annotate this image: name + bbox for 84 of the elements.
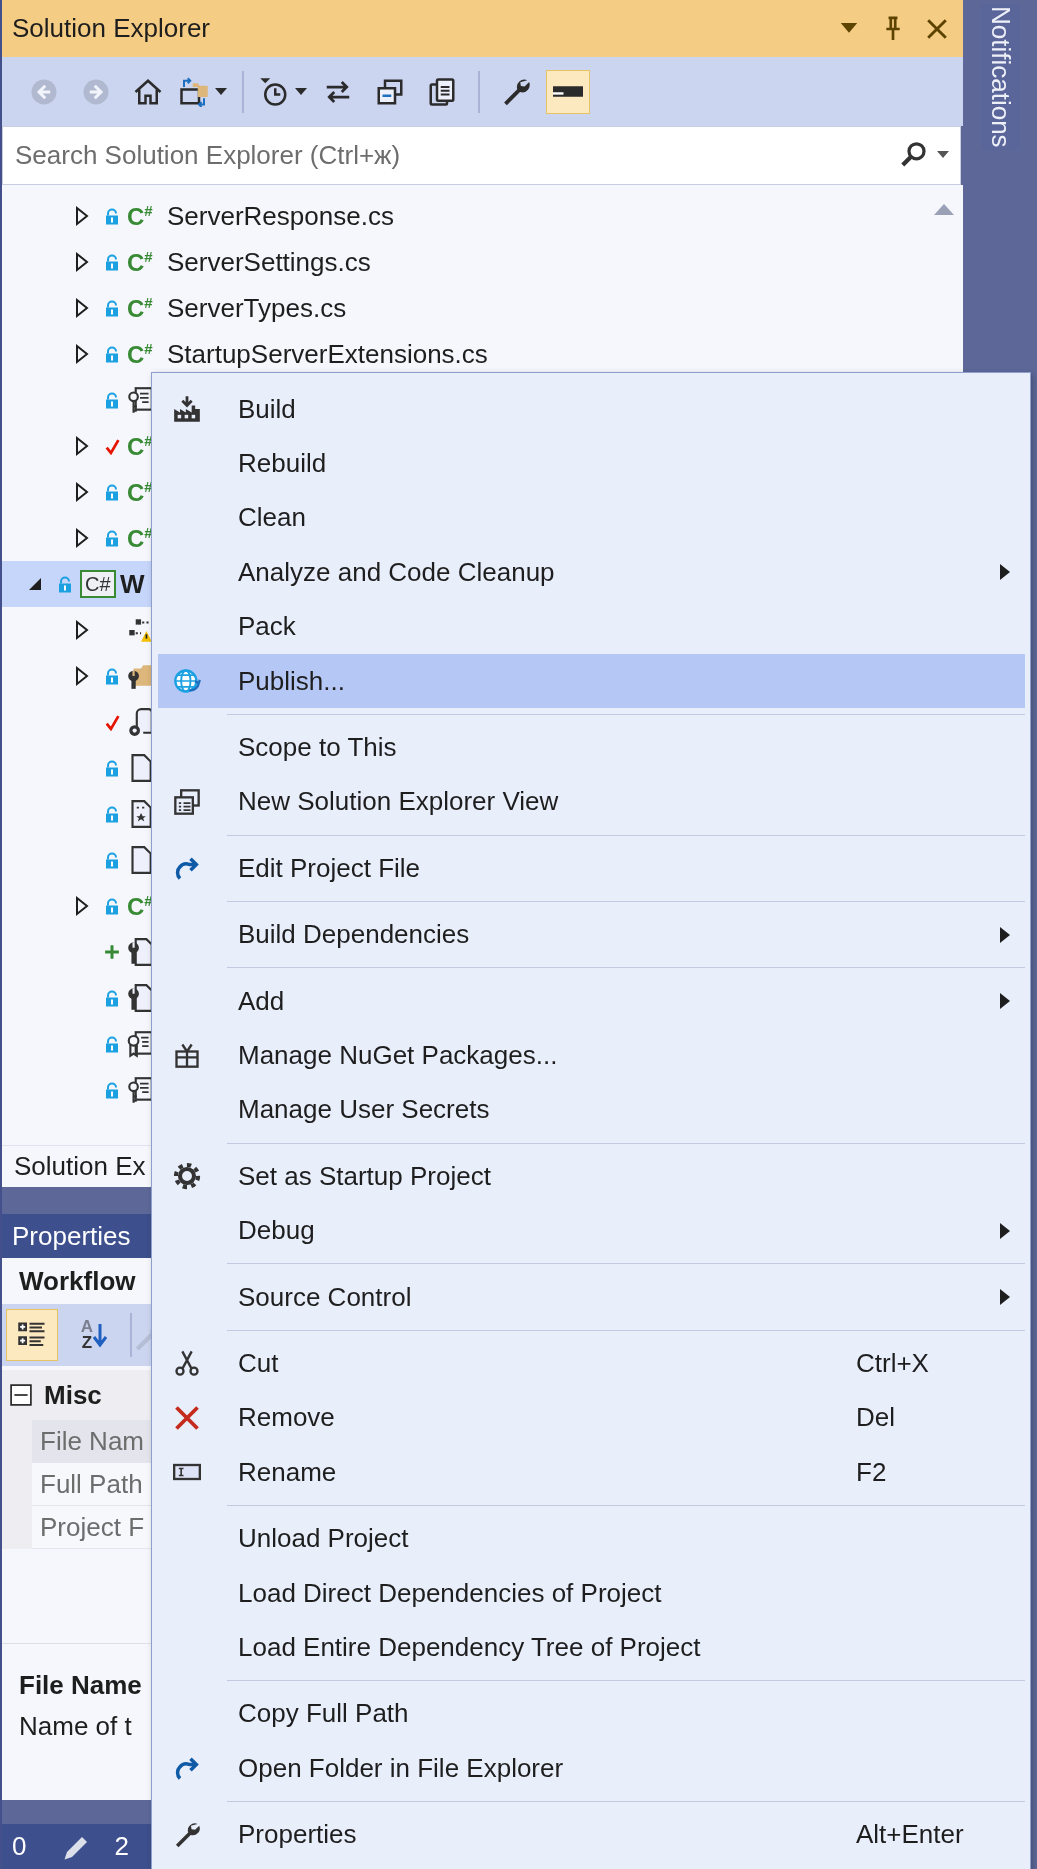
shortcut-text: Del xyxy=(856,1402,895,1433)
status-text: 0 xyxy=(12,1831,27,1863)
csharp-file-icon: C$^{#}$ xyxy=(127,203,153,229)
menu-item[interactable]: Copy Full Path xyxy=(158,1686,1025,1741)
menu-item[interactable]: Add xyxy=(158,973,1025,1029)
expand-arrow-icon[interactable] xyxy=(74,619,90,641)
expand-arrow-icon[interactable] xyxy=(74,665,90,687)
caret-icon xyxy=(295,87,307,96)
documents-icon xyxy=(427,76,457,107)
property-name[interactable]: Project F xyxy=(40,1511,145,1543)
settings-icon xyxy=(173,1162,201,1191)
pin-icon xyxy=(883,15,903,42)
menu-item[interactable]: Remove Del xyxy=(158,1390,1025,1446)
collapse-icon[interactable] xyxy=(10,1384,32,1406)
shortcut-text: Alt+Enter xyxy=(856,1819,964,1850)
menu-item[interactable]: Load Direct Dependencies of Project xyxy=(158,1565,1025,1621)
menu-item[interactable]: Analyze and Code Cleanup xyxy=(158,545,1025,600)
windows-icon xyxy=(173,787,201,816)
tab-label[interactable]: Solution Ex xyxy=(14,1151,146,1182)
expand-arrow-icon[interactable] xyxy=(74,251,90,273)
clock-icon xyxy=(259,76,289,107)
folder-arrows-icon xyxy=(179,76,209,107)
expand-arrow-icon[interactable] xyxy=(74,205,90,227)
panel-title: Solution Explorer xyxy=(12,13,211,44)
shortcut-text: Ctrl+X xyxy=(856,1347,929,1378)
menu-item[interactable]: Rebuild xyxy=(158,436,1025,491)
tree-item[interactable]: C$^{#}$ ServerResponse.cs xyxy=(67,193,394,239)
description-text: Name of t xyxy=(19,1711,132,1742)
menu-item[interactable]: Load Entire Dependency Tree of Project xyxy=(158,1620,1025,1675)
csharp-file-icon: C$^{#}$ xyxy=(127,249,153,275)
expand-arrow-icon[interactable] xyxy=(74,297,90,319)
caret-icon xyxy=(215,87,227,96)
menu-item[interactable]: Rename F2 xyxy=(158,1445,1025,1500)
description-title: File Name xyxy=(19,1670,143,1702)
down-arrow-icon xyxy=(93,1322,108,1348)
menu-item[interactable]: Build Dependencies xyxy=(158,907,1025,962)
menu-item[interactable]: Cut Ctrl+X xyxy=(158,1336,1025,1391)
close-icon xyxy=(926,17,948,40)
tree-item[interactable]: C$^{#}$ ServerSettings.cs xyxy=(67,239,371,285)
wrench-icon xyxy=(173,1820,201,1849)
menu-item[interactable]: Set as Startup Project xyxy=(158,1149,1025,1204)
caret-icon xyxy=(840,23,858,34)
expand-arrow-icon[interactable] xyxy=(74,435,90,457)
menu-item[interactable]: Edit Project File xyxy=(158,841,1025,896)
gift-icon xyxy=(173,1041,201,1070)
globe-icon xyxy=(173,667,201,696)
tree-item[interactable]: C$^{#}$ ServerTypes.cs xyxy=(67,285,347,331)
preview-button[interactable] xyxy=(546,69,590,114)
caret-icon xyxy=(937,151,949,159)
menu-item[interactable]: Properties Alt+Enter xyxy=(158,1807,1025,1862)
csharp-file-icon: C$^{#}$ xyxy=(127,341,153,367)
remove-icon xyxy=(173,1403,201,1432)
menu-item[interactable]: Scope to This xyxy=(158,720,1025,775)
menu-item[interactable]: Manage NuGet Packages... xyxy=(158,1028,1025,1083)
status-text: 2 xyxy=(114,1831,129,1863)
bar-icon xyxy=(553,86,583,97)
category-label: Misc xyxy=(44,1379,102,1411)
categorized-button[interactable] xyxy=(6,1309,58,1361)
expand-arrow-icon[interactable] xyxy=(74,895,90,917)
menu-item[interactable]: Build xyxy=(158,382,1025,437)
menu-item[interactable]: Manage User Secrets xyxy=(158,1082,1025,1138)
scissors-icon xyxy=(173,1349,201,1378)
menu-item[interactable]: Source Control xyxy=(158,1269,1025,1325)
menu-item[interactable]: Unload Project xyxy=(158,1511,1025,1566)
csharp-file-icon: C$^{#}$ xyxy=(127,295,153,321)
shortcut-text: F2 xyxy=(856,1456,887,1487)
object-name: Workflow xyxy=(19,1265,136,1297)
menu-item[interactable]: Clean xyxy=(158,490,1025,546)
tree-item[interactable]: C# W xyxy=(20,561,145,607)
menu-item[interactable]: Publish... xyxy=(158,653,1025,709)
menu-item[interactable]: Open Folder in File Explorer xyxy=(158,1741,1025,1796)
expand-arrow-icon[interactable] xyxy=(74,481,90,503)
project-icon: C# xyxy=(80,570,116,598)
expand-arrow-icon[interactable] xyxy=(74,527,90,549)
property-name[interactable]: Full Path xyxy=(40,1468,143,1500)
wrench-icon xyxy=(135,1330,152,1350)
menu-item[interactable]: New Solution Explorer View xyxy=(158,774,1025,830)
tree-item[interactable]: C$^{#}$ StartupServerExtensions.cs xyxy=(67,331,488,377)
menu-item[interactable]: Pack xyxy=(158,599,1025,654)
search-field[interactable]: Search Solution Explorer (Ctrl+ж) xyxy=(2,126,961,185)
build-icon xyxy=(173,395,201,424)
expand-arrow-icon[interactable] xyxy=(74,343,90,365)
alphabetical-button[interactable]: A Z xyxy=(68,1309,120,1361)
property-name[interactable]: File Nam xyxy=(40,1425,144,1457)
